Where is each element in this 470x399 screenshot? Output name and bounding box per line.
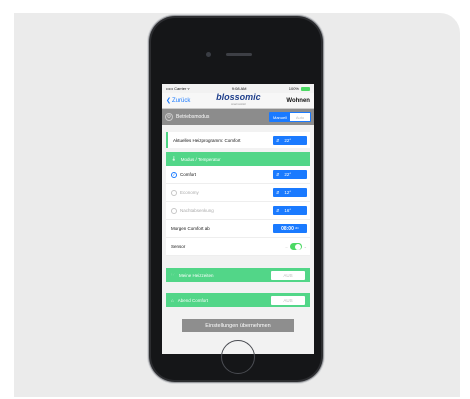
mode-auto-button[interactable]: Auto: [290, 113, 310, 121]
morning-comfort-time-button[interactable]: 08:00 Uhr: [273, 224, 307, 233]
stepper-arrows-icon: ⇵: [276, 137, 280, 143]
minus-icon: –: [285, 244, 288, 249]
heating-times-toggle[interactable]: AUS: [271, 270, 305, 280]
room-title: Wohnen: [286, 97, 310, 104]
back-button[interactable]: ❮ Zurück: [166, 97, 191, 105]
current-program-label: Aktuelles Heizprogramm: Comfort: [173, 137, 241, 143]
mode-temperature-header: 🌡 Modus / Temperatur: [166, 152, 310, 166]
brand-logo-subtext: smart control: [231, 102, 246, 106]
clock-text: 9:08 AM: [231, 86, 247, 91]
apply-settings-button[interactable]: Einstellungen übernehmen: [182, 319, 294, 332]
camera-icon: [206, 52, 211, 57]
back-label: Zurück: [172, 97, 191, 104]
carrier-text: ••••• Carrier ▿: [166, 86, 190, 91]
mode-manual-button[interactable]: Manuell: [270, 113, 290, 121]
speaker-grille: [226, 53, 252, 56]
gear-icon: ⚙: [165, 113, 173, 121]
mode-segmented-control: Manuell Auto: [269, 112, 311, 122]
battery-indicator: 100%: [289, 86, 310, 91]
economy-temp-stepper[interactable]: ⇵ 12°: [273, 188, 307, 197]
night-temp-stepper[interactable]: ⇵ 16°: [273, 206, 307, 215]
brand-logo: blossomic smart control: [216, 92, 261, 109]
battery-icon: [300, 86, 310, 91]
battery-text: 100%: [288, 86, 299, 91]
sensor-control: – ⌄: [285, 243, 307, 250]
mode-economy-label: Economy: [180, 190, 199, 195]
evening-comfort-bar[interactable]: ⌂ Abend Comfort AUS: [166, 293, 310, 307]
comfort-temp-stepper[interactable]: ⇵ 22°: [273, 170, 307, 179]
stepper-arrows-icon: ⇵: [276, 190, 280, 195]
heating-times-bar[interactable]: ☞ Meine Heizzeiten AUS: [166, 268, 310, 282]
chevron-left-icon: ❮: [166, 98, 172, 104]
operation-mode-bar: ⚙ Betriebsmodus Manuell Auto: [162, 109, 314, 125]
radio-selected-icon[interactable]: ✓: [171, 171, 177, 178]
evening-comfort-toggle[interactable]: AUS: [271, 295, 305, 305]
morning-comfort-row: Morgen Comfort ab 08:00 Uhr: [166, 220, 310, 238]
mode-comfort-label: Comfort: [180, 172, 197, 177]
stepper-arrows-icon: ⇵: [276, 208, 280, 213]
mode-row-economy[interactable]: Economy ⇵ 12°: [166, 184, 310, 202]
sensor-label: Sensor: [171, 244, 186, 249]
night-temp-value: 16°: [284, 208, 292, 213]
mode-temperature-title: Modus / Temperatur: [180, 156, 221, 162]
sensor-toggle[interactable]: [289, 243, 302, 250]
economy-temp-value: 12°: [284, 190, 292, 195]
morning-comfort-time: 08:00: [281, 225, 294, 232]
navigation-bar: ❮ Zurück blossomic smart control Wohnen: [162, 92, 314, 109]
sensor-row: Sensor – ⌄: [166, 238, 310, 256]
house-icon: ⌂: [171, 297, 174, 303]
stepper-arrows-icon: ⇵: [276, 172, 280, 177]
mode-night-label: Nachtabsenkung: [180, 208, 214, 213]
comfort-temp-value: 22°: [284, 172, 292, 177]
evening-comfort-label: Abend Comfort: [177, 297, 208, 303]
app-screen: ••••• Carrier ▿ 9:08 AM 100% ❮ Zurück bl…: [162, 84, 314, 354]
mode-row-comfort[interactable]: ✓ Comfort ⇵ 22°: [166, 166, 310, 184]
radio-icon[interactable]: [171, 189, 177, 196]
morning-comfort-unit: Uhr: [294, 227, 299, 230]
current-program-value[interactable]: ⇵ 22°: [273, 135, 307, 145]
current-program-row: Aktuelles Heizprogramm: Comfort ⇵ 22°: [166, 132, 310, 148]
mode-temperature-list: ✓ Comfort ⇵ 22° Economy ⇵ 12° Nachtabsen…: [166, 166, 310, 256]
morning-comfort-label: Morgen Comfort ab: [171, 226, 210, 231]
thermometer-icon: 🌡: [171, 156, 177, 161]
phone-frame: ••••• Carrier ▿ 9:08 AM 100% ❮ Zurück bl…: [149, 16, 323, 382]
operation-mode-label: Betriebsmodus: [176, 114, 210, 120]
phone-body: ••••• Carrier ▿ 9:08 AM 100% ❮ Zurück bl…: [151, 18, 321, 380]
heating-times-label: Meine Heizzeiten: [179, 272, 214, 278]
home-button[interactable]: [221, 340, 255, 374]
mode-row-night[interactable]: Nachtabsenkung ⇵ 16°: [166, 202, 310, 220]
clock-hand-icon: ☞: [171, 272, 176, 277]
radio-icon[interactable]: [171, 207, 177, 214]
chevron-down-icon: ⌄: [303, 244, 307, 249]
current-program-temp: 22°: [284, 137, 292, 143]
